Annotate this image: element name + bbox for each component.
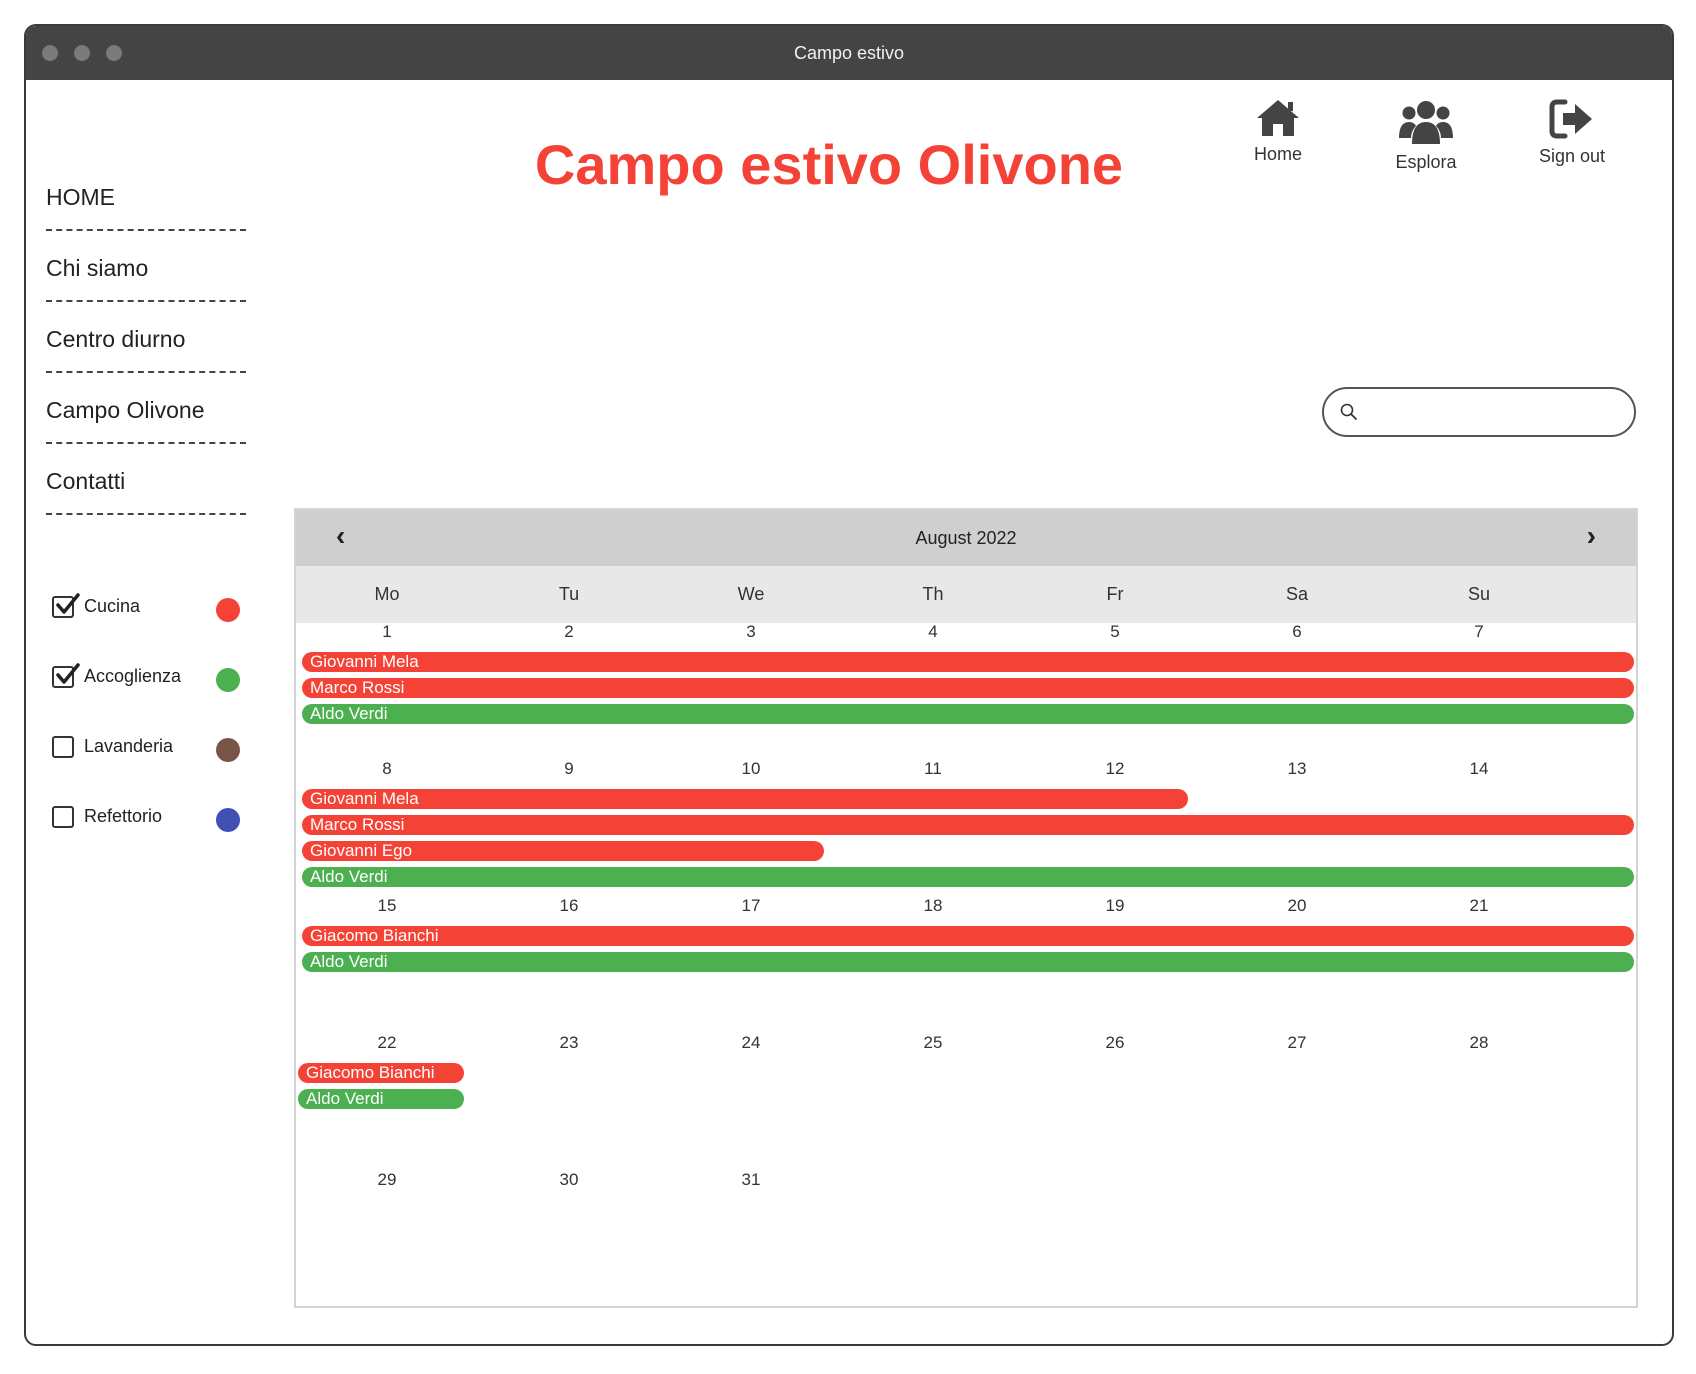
checkbox-accoglienza[interactable] xyxy=(52,663,80,688)
next-month-button[interactable]: › xyxy=(1587,520,1596,552)
esplora-action[interactable]: Esplora xyxy=(1366,98,1486,173)
color-dot-accoglienza xyxy=(216,668,240,692)
filter-label-lavanderia: Lavanderia xyxy=(84,736,174,756)
sign-out-action[interactable]: Sign out xyxy=(1512,98,1632,167)
search-box[interactable] xyxy=(1322,387,1636,437)
day-number[interactable]: 9 xyxy=(478,759,660,779)
event-bar[interactable]: Giovanni Mela xyxy=(302,789,1188,809)
weekday-label: Fr xyxy=(1106,584,1124,604)
filter-label-refettorio: Refettorio xyxy=(84,806,163,826)
calendar-header: ‹ August 2022 › xyxy=(296,510,1636,566)
day-number[interactable]: 26 xyxy=(1024,1033,1206,1053)
day-number[interactable]: 25 xyxy=(842,1033,1024,1053)
check-icon xyxy=(56,663,80,684)
weekday-label: Tu xyxy=(558,584,580,604)
search-input[interactable] xyxy=(1366,397,1620,429)
day-number[interactable]: 18 xyxy=(842,896,1024,916)
day-number[interactable]: 1 xyxy=(296,622,478,642)
day-number[interactable]: 13 xyxy=(1206,759,1388,779)
filter-label-cucina: Cucina xyxy=(84,596,141,616)
day-number[interactable]: 14 xyxy=(1388,759,1570,779)
day-number[interactable]: 6 xyxy=(1206,622,1388,642)
nav-item-contatti[interactable]: Contatti xyxy=(46,444,246,515)
maximize-window-button[interactable] xyxy=(106,45,122,61)
day-number[interactable]: 10 xyxy=(660,759,842,779)
day-number[interactable]: 22 xyxy=(296,1033,478,1053)
day-number[interactable]: 8 xyxy=(296,759,478,779)
event-bar[interactable]: Aldo Verdi xyxy=(302,704,1634,724)
checkbox-refettorio[interactable] xyxy=(52,806,74,828)
event-bar[interactable]: Giacomo Bianchi xyxy=(302,926,1634,946)
day-number[interactable]: 28 xyxy=(1388,1033,1570,1053)
event-bar[interactable]: Giovanni Ego xyxy=(302,841,824,861)
color-dot-lavanderia xyxy=(216,738,240,762)
event-bar[interactable]: Marco Rossi xyxy=(302,815,1634,835)
weekday-label: Sa xyxy=(1285,584,1309,604)
day-number[interactable]: 7 xyxy=(1388,622,1570,642)
day-number[interactable]: 11 xyxy=(842,759,1024,779)
day-number[interactable]: 21 xyxy=(1388,896,1570,916)
event-bar[interactable]: Giovanni Mela xyxy=(302,652,1634,672)
users-icon xyxy=(1399,101,1453,144)
nav-item-home[interactable]: HOME xyxy=(46,160,246,231)
day-number[interactable]: 24 xyxy=(660,1033,842,1053)
event-bar[interactable]: Aldo Verdi xyxy=(302,952,1634,972)
sidebar-nav: HOME Chi siamo Centro diurno Campo Olivo… xyxy=(46,160,246,515)
weekday-label: Mo xyxy=(374,584,400,604)
day-number[interactable]: 4 xyxy=(842,622,1024,642)
sign-out-label: Sign out xyxy=(1538,146,1606,166)
day-number[interactable]: 17 xyxy=(660,896,842,916)
month-calendar: ‹ August 2022 › Mo Tu We Th Fr Sa Su 123… xyxy=(294,508,1638,1308)
day-number[interactable]: 29 xyxy=(296,1170,478,1190)
filter-refettorio[interactable]: Refettorio xyxy=(52,806,252,876)
day-number[interactable]: 30 xyxy=(478,1170,660,1190)
day-number[interactable]: 5 xyxy=(1024,622,1206,642)
home-action[interactable]: Home xyxy=(1218,98,1338,165)
weekday-label: Su xyxy=(1467,584,1491,604)
color-dot-cucina xyxy=(216,598,240,622)
weekday-header: Mo Tu We Th Fr Sa Su xyxy=(296,566,1636,623)
calendar-month-label: August 2022 xyxy=(915,528,1017,548)
event-bar[interactable]: Giacomo Bianchi xyxy=(298,1063,464,1083)
home-label: Home xyxy=(1253,144,1302,164)
day-number[interactable]: 23 xyxy=(478,1033,660,1053)
day-number[interactable]: 20 xyxy=(1206,896,1388,916)
color-dot-refettorio xyxy=(216,808,240,832)
day-number[interactable]: 16 xyxy=(478,896,660,916)
app-window: Campo estivo Campo estivo Olivone HOME C… xyxy=(24,24,1674,1346)
minimize-window-button[interactable] xyxy=(74,45,90,61)
sign-out-icon xyxy=(1549,99,1592,139)
nav-item-campo-olivone[interactable]: Campo Olivone xyxy=(46,373,246,444)
filter-accoglienza[interactable]: Accoglienza xyxy=(52,663,252,736)
nav-item-centro-diurno[interactable]: Centro diurno xyxy=(46,302,246,373)
home-icon xyxy=(1257,100,1299,136)
checkbox-cucina[interactable] xyxy=(52,593,80,618)
filter-label-accoglienza: Accoglienza xyxy=(84,666,182,686)
day-number[interactable]: 31 xyxy=(660,1170,842,1190)
filter-cucina[interactable]: Cucina xyxy=(52,593,252,666)
day-number[interactable]: 3 xyxy=(660,622,842,642)
window-title: Campo estivo xyxy=(793,43,905,63)
event-bar[interactable]: Aldo Verdi xyxy=(298,1089,464,1109)
title-bar: Campo estivo xyxy=(26,26,1672,80)
filter-lavanderia[interactable]: Lavanderia xyxy=(52,736,252,806)
day-number[interactable]: 15 xyxy=(296,896,478,916)
weekday-label: We xyxy=(737,584,765,604)
category-filter: Cucina Accoglienza Lavanderia Refettorio xyxy=(52,593,252,876)
day-number[interactable]: 12 xyxy=(1024,759,1206,779)
event-bar[interactable]: Marco Rossi xyxy=(302,678,1634,698)
close-window-button[interactable] xyxy=(42,45,58,61)
day-number[interactable]: 19 xyxy=(1024,896,1206,916)
search-icon xyxy=(1340,403,1357,420)
event-bar[interactable]: Aldo Verdi xyxy=(302,867,1634,887)
day-number[interactable]: 27 xyxy=(1206,1033,1388,1053)
checkbox-lavanderia[interactable] xyxy=(52,736,74,758)
day-number[interactable]: 2 xyxy=(478,622,660,642)
weekday-label: Th xyxy=(922,584,944,604)
check-icon xyxy=(56,593,80,614)
nav-item-chi-siamo[interactable]: Chi siamo xyxy=(46,231,246,302)
esplora-label: Esplora xyxy=(1395,152,1457,172)
